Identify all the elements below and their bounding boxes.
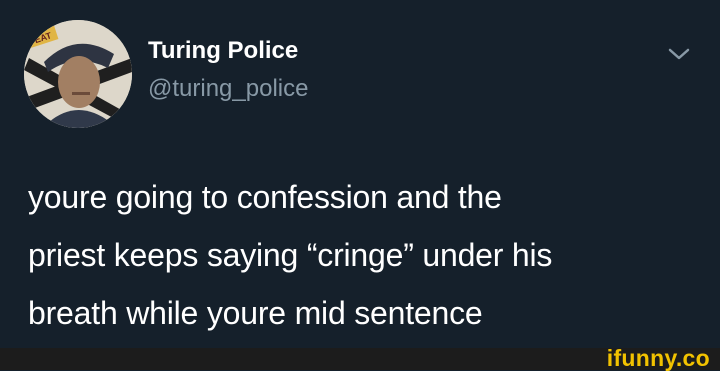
avatar-image: EAT <box>24 20 132 128</box>
chevron-down-icon[interactable] <box>666 45 692 63</box>
avatar[interactable]: EAT <box>24 20 132 128</box>
tweet-text-line: priest keeps saying “cringe” under his <box>28 237 553 273</box>
watermark-text: ifunny.co <box>606 345 710 371</box>
tweet-text: youre going to confession and the priest… <box>28 168 708 342</box>
tweet-text-line: breath while youre mid sentence <box>28 295 483 331</box>
author-name[interactable]: Turing Police <box>148 37 298 65</box>
footer-bar: ifunny.co <box>0 345 720 371</box>
author-handle[interactable]: @turing_police <box>148 75 308 103</box>
tweet-text-line: youre going to confession and the <box>28 179 502 215</box>
tweet-card: EAT Turing Police @turing_police youre g… <box>0 0 720 348</box>
